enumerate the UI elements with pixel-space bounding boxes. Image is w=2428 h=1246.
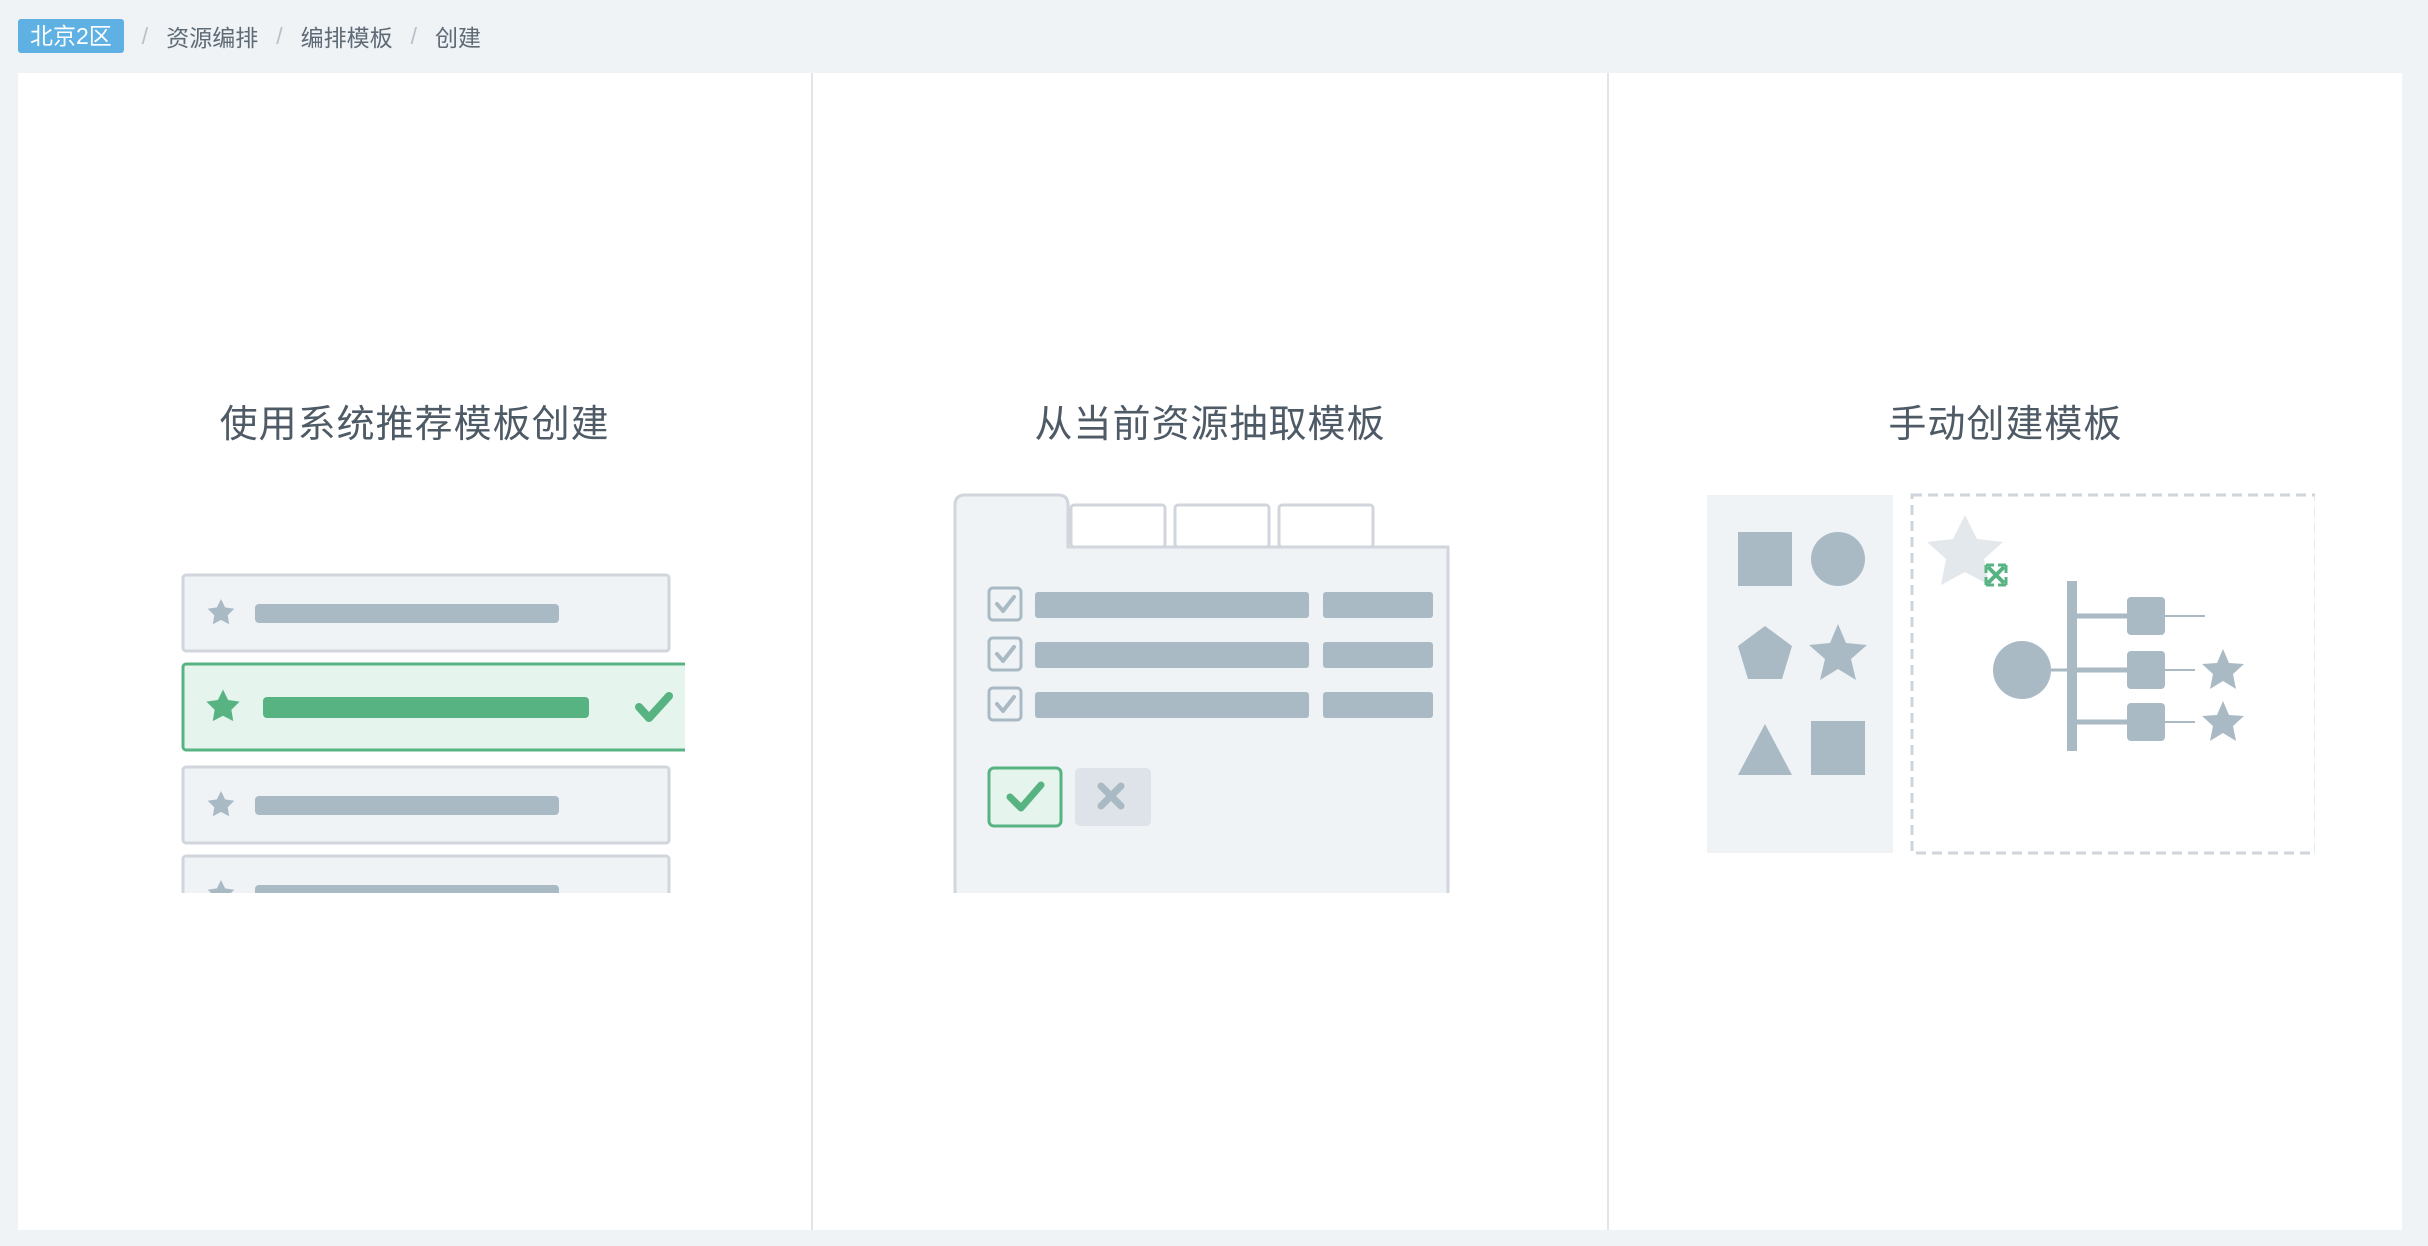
breadcrumb-separator: / (276, 22, 283, 49)
breadcrumb: 北京2区 / 资源编排 / 编排模板 / 创建 (0, 0, 2428, 72)
node-square (2127, 703, 2166, 741)
form-row (987, 636, 1433, 672)
node-square (2127, 597, 2166, 635)
form-row (987, 586, 1433, 622)
square-shape-icon (1738, 532, 1793, 586)
region-badge[interactable]: 北京2区 (18, 19, 124, 53)
option-card-extract[interactable]: 从当前资源抽取模板 (813, 73, 1609, 1230)
checkbox-icon (987, 686, 1023, 722)
extract-form-illustration (953, 493, 1450, 893)
template-row (181, 573, 671, 653)
option-title-recommended: 使用系统推荐模板创建 (219, 404, 610, 446)
breadcrumb-item-create: 创建 (434, 25, 481, 51)
option-title-extract: 从当前资源抽取模板 (1034, 404, 1386, 446)
tab-shape (1277, 503, 1375, 549)
node-square (2127, 651, 2166, 689)
confirm-button-shape (987, 766, 1063, 828)
recommended-template-list-illustration (181, 573, 685, 893)
template-row-selected (181, 662, 685, 752)
option-card-manual[interactable]: 手动创建模板 (1609, 73, 2402, 1230)
manual-designer-illustration (1707, 493, 2316, 855)
square-shape-icon (1811, 721, 1866, 775)
shape-palette (1707, 495, 1894, 853)
template-row (181, 854, 671, 893)
create-options-panel: 使用系统推荐模板创建 从当前资源抽取模板 手动创建模板 (18, 73, 2402, 1230)
node-circle (1993, 641, 2052, 699)
breadcrumb-separator: / (410, 22, 417, 49)
breadcrumb-item-templates[interactable]: 编排模板 (301, 19, 393, 53)
tab-shape (1173, 503, 1271, 549)
breadcrumb-separator: / (141, 22, 149, 49)
form-row (987, 686, 1433, 722)
checkbox-icon (987, 636, 1023, 672)
cancel-button-shape (1074, 768, 1151, 826)
tab-shape (1069, 503, 1167, 549)
option-title-manual: 手动创建模板 (1888, 404, 2123, 446)
checkbox-icon (987, 586, 1023, 622)
option-card-recommended[interactable]: 使用系统推荐模板创建 (18, 73, 814, 1230)
template-row (181, 765, 671, 845)
breadcrumb-item-orchestration[interactable]: 资源编排 (166, 19, 258, 53)
circle-shape-icon (1811, 532, 1866, 586)
